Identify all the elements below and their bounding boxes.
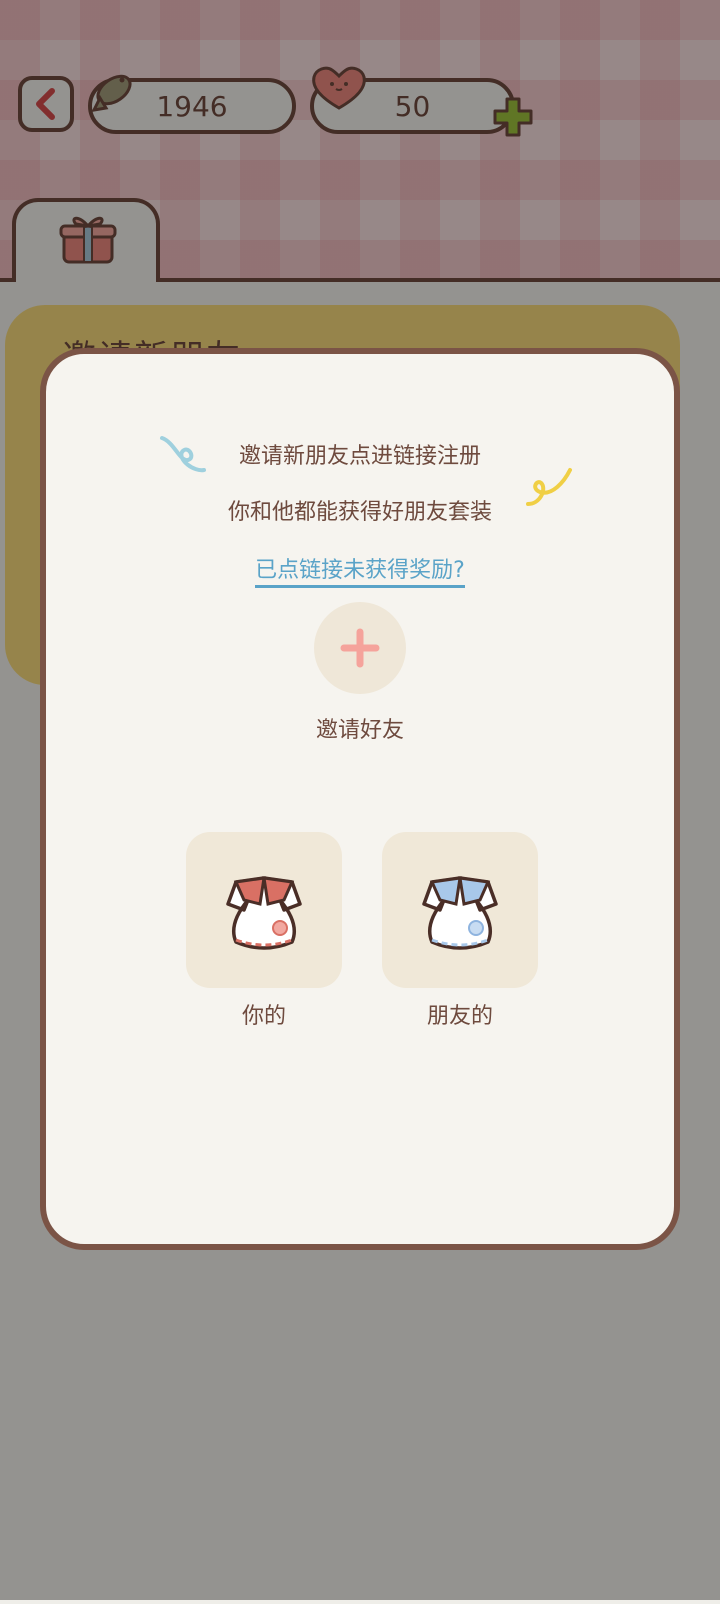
red-outfit-icon [226, 876, 302, 950]
invite-friend-button[interactable] [314, 602, 406, 694]
blue-outfit-icon [422, 876, 498, 950]
invite-dialog: 邀请新朋友点进链接注册 你和他都能获得好朋友套装 已点链接未获得奖励? 邀请好友… [40, 348, 680, 1250]
plus-icon [340, 628, 380, 668]
invite-description-line1: 邀请新朋友点进链接注册 [238, 444, 481, 469]
your-reward-label: 你的 [241, 1004, 286, 1029]
your-reward-outfit [186, 832, 342, 988]
invite-friend-label: 邀请好友 [315, 718, 404, 743]
yellow-ribbon-decoration [526, 468, 572, 506]
unrewarded-link[interactable]: 已点链接未获得奖励? [255, 558, 465, 588]
invite-description-line2: 你和他都能获得好朋友套装 [227, 500, 492, 525]
friend-reward-outfit [382, 832, 538, 988]
friend-reward-label: 朋友的 [426, 1004, 493, 1029]
